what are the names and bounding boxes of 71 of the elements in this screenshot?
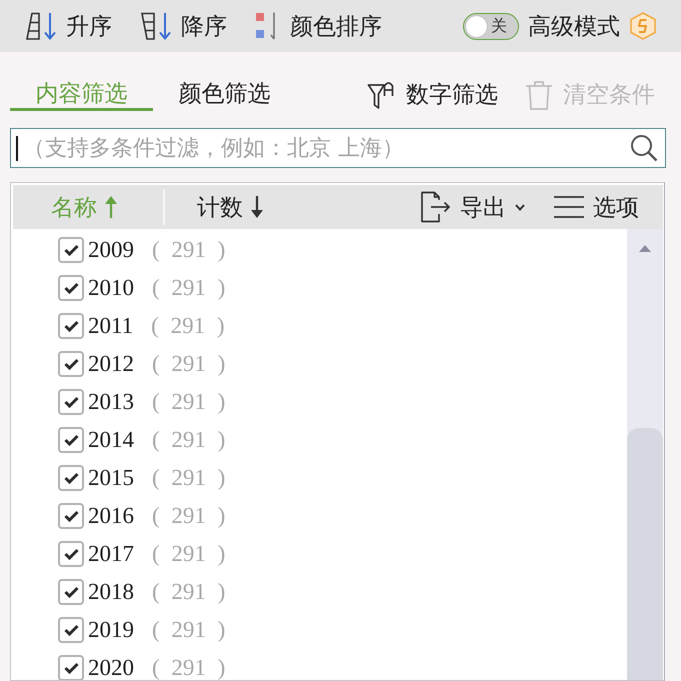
item-count: ( 291 ) <box>152 503 226 529</box>
item-count: ( 291 ) <box>152 655 226 680</box>
checkbox[interactable] <box>58 617 84 643</box>
caret-down-icon <box>515 204 525 210</box>
check-icon <box>64 586 78 598</box>
checkbox[interactable] <box>58 655 84 680</box>
item-label: 2010 <box>88 275 134 301</box>
item-label: 2018 <box>88 579 134 605</box>
item-label: 2015 <box>88 465 134 491</box>
filter-button[interactable]: 数字筛选 <box>367 79 498 110</box>
scrollbar-thumb[interactable] <box>627 428 663 680</box>
check-icon <box>64 320 78 332</box>
item-label: 2019 <box>88 617 134 643</box>
item-label: 2009 <box>88 237 134 263</box>
item-label: 2017 <box>88 541 134 567</box>
item-count: ( 291 ) <box>152 579 226 605</box>
checkbox[interactable] <box>58 389 84 415</box>
scrollbar-track[interactable] <box>627 229 663 680</box>
check-icon <box>64 282 78 294</box>
item-label: 2020 <box>88 655 134 680</box>
options-button[interactable]: 选项 <box>554 192 639 222</box>
sort-button[interactable]: 升序 <box>25 10 112 42</box>
export-icon <box>420 191 451 223</box>
item-count: ( 291 ) <box>151 313 224 339</box>
checkbox[interactable] <box>58 351 84 377</box>
check-icon <box>64 624 78 636</box>
item-count: ( 291 ) <box>152 427 226 453</box>
export-button[interactable]: 导出 <box>420 191 525 223</box>
checkbox[interactable] <box>58 541 84 567</box>
checkbox[interactable] <box>58 465 84 491</box>
trash-icon <box>524 80 554 110</box>
menu-icon <box>554 195 584 219</box>
check-icon <box>64 472 78 484</box>
up-arrow-icon <box>104 196 118 218</box>
check-icon <box>64 244 78 256</box>
scroll-up-icon[interactable] <box>639 245 651 252</box>
check-icon <box>64 662 78 674</box>
hexagon-badge-icon <box>630 12 656 40</box>
item-count: ( 291 ) <box>152 351 226 377</box>
item-count: ( 291 ) <box>152 617 226 643</box>
checkbox[interactable] <box>58 427 84 453</box>
down-arrow-icon <box>250 196 264 218</box>
item-count: ( 291 ) <box>152 275 226 301</box>
search-icon <box>630 134 658 162</box>
sort-button[interactable]: 颜色排序 <box>255 10 382 42</box>
item-count: ( 291 ) <box>152 389 226 415</box>
toggle-switch[interactable]: 关 <box>463 12 519 40</box>
search-field[interactable]: （支持多条件过滤，例如：北京 上海） <box>10 128 666 168</box>
check-icon <box>64 548 78 560</box>
check-icon <box>64 510 78 522</box>
sort-button[interactable]: 降序 <box>140 10 227 42</box>
check-icon <box>64 396 78 408</box>
check-icon <box>64 358 78 370</box>
checkbox[interactable] <box>58 579 84 605</box>
mode-label: 高级模式 <box>528 12 620 42</box>
checkbox[interactable] <box>58 275 84 301</box>
checkbox[interactable] <box>58 237 84 263</box>
checkbox[interactable] <box>58 503 84 529</box>
item-count: ( 291 ) <box>152 541 226 567</box>
item-label: 2013 <box>88 389 134 415</box>
tab[interactable]: 颜色筛选 <box>153 74 296 111</box>
column-header[interactable]: 计数 <box>165 185 270 229</box>
text-cursor-icon <box>16 136 18 161</box>
item-label: 2014 <box>88 427 134 453</box>
item-label: 2011 <box>88 313 134 339</box>
item-label: 2012 <box>88 351 134 377</box>
checkbox[interactable] <box>58 313 84 339</box>
item-label: 2016 <box>88 503 134 529</box>
item-count: ( 291 ) <box>152 465 226 491</box>
check-icon <box>64 434 78 446</box>
item-count: ( 291 ) <box>152 237 226 263</box>
